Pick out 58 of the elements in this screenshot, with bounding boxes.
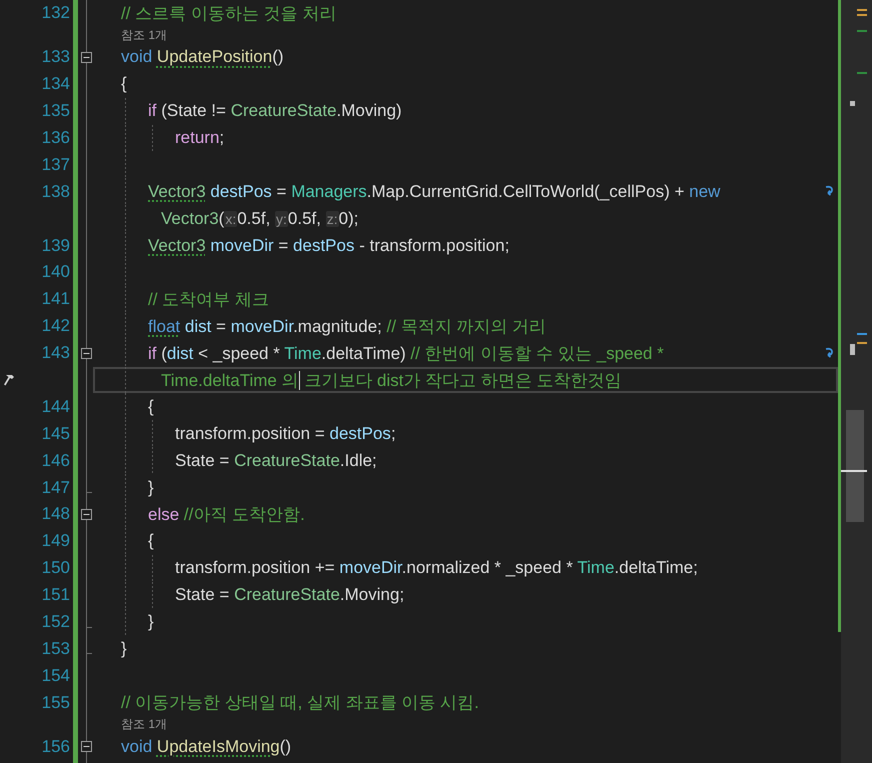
hammer-icon[interactable] (3, 373, 17, 388)
collapse-icon[interactable] (81, 52, 92, 63)
line-number: 149 (42, 531, 70, 552)
code-line: Time.deltaTime 의 크기보다 dist가 작다고 하면은 도착한것임 (161, 370, 623, 392)
line-number: 141 (42, 289, 70, 310)
line-number: 150 (42, 558, 70, 578)
line-number: 132 (42, 3, 70, 24)
code-line: Vector3(x:0.5f, y:0.5f, z:0); (161, 208, 360, 229)
code-line: Vector3 moveDir = destPos - transform.position; (148, 236, 510, 256)
codelens-link[interactable]: 참조 1개 (121, 716, 168, 734)
collapse-icon[interactable] (81, 348, 92, 359)
code-line: if (dist < _speed * Time.deltaTime) // 한번에 이동할 수 있는 _speed * (148, 342, 665, 365)
line-number: 156 (42, 736, 70, 757)
code-line: // 도착여부 체크 (148, 288, 270, 311)
line-number: 136 (42, 128, 70, 148)
line-number: 152 (42, 612, 70, 632)
line-number: 155 (42, 692, 70, 713)
scrollbar-thumb[interactable] (846, 410, 864, 522)
code-line: { (148, 531, 155, 552)
line-number: 139 (42, 236, 70, 256)
code-line: if (State != CreatureState.Moving) (148, 101, 403, 122)
line-number: 140 (42, 262, 70, 282)
line-number: 142 (42, 316, 70, 336)
line-number: 137 (42, 154, 70, 175)
collapse-icon[interactable] (81, 509, 92, 520)
code-line: transform.position += moveDir.normalized * _speed * Time.deltaTime; (175, 558, 699, 578)
line-number: 148 (42, 504, 70, 524)
line-number: 134 (42, 74, 70, 94)
code-line: // 이동가능한 상태일 때, 실제 좌표를 이동 시킴. (121, 692, 480, 714)
code-line: State = CreatureState.Idle; (175, 450, 378, 471)
code-line: return; (175, 128, 226, 148)
code-line: { (148, 396, 155, 417)
code-line: transform.position = destPos; (175, 424, 397, 444)
code-line: { (121, 74, 128, 94)
line-number: 147 (42, 478, 70, 498)
line-number: 145 (42, 424, 70, 444)
code-line: // 스르륵 이동하는 것을 처리 (121, 2, 338, 25)
line-number: 138 (42, 182, 70, 202)
code-line: } (148, 612, 155, 632)
line-number: 143 (42, 343, 70, 364)
code-line: } (148, 478, 155, 498)
code-line: } (121, 638, 128, 659)
scrollbar-track[interactable] (841, 0, 872, 763)
line-number: 146 (42, 450, 70, 471)
line-number: 151 (42, 585, 70, 606)
codelens-link[interactable]: 참조 1개 (121, 26, 168, 44)
code-line: float dist = moveDir.magnitude; // 목적지 까지의 거리 (148, 316, 548, 338)
code-line: else //아직 도착안함. (148, 504, 306, 526)
line-number: 144 (42, 396, 70, 417)
code-line: Vector3 destPos = Managers.Map.CurrentGrid.CellToWorld(_cellPos) + new (148, 182, 722, 202)
collapse-icon[interactable] (81, 741, 92, 752)
line-number: 135 (42, 101, 70, 122)
code-line: State = CreatureState.Moving; (175, 585, 406, 606)
line-number: 154 (42, 666, 70, 686)
code-line: void UpdatePosition() (121, 47, 285, 68)
code-line: void UpdateIsMoving() (121, 736, 292, 757)
line-number: 153 (42, 638, 70, 659)
line-number: 133 (42, 47, 70, 68)
